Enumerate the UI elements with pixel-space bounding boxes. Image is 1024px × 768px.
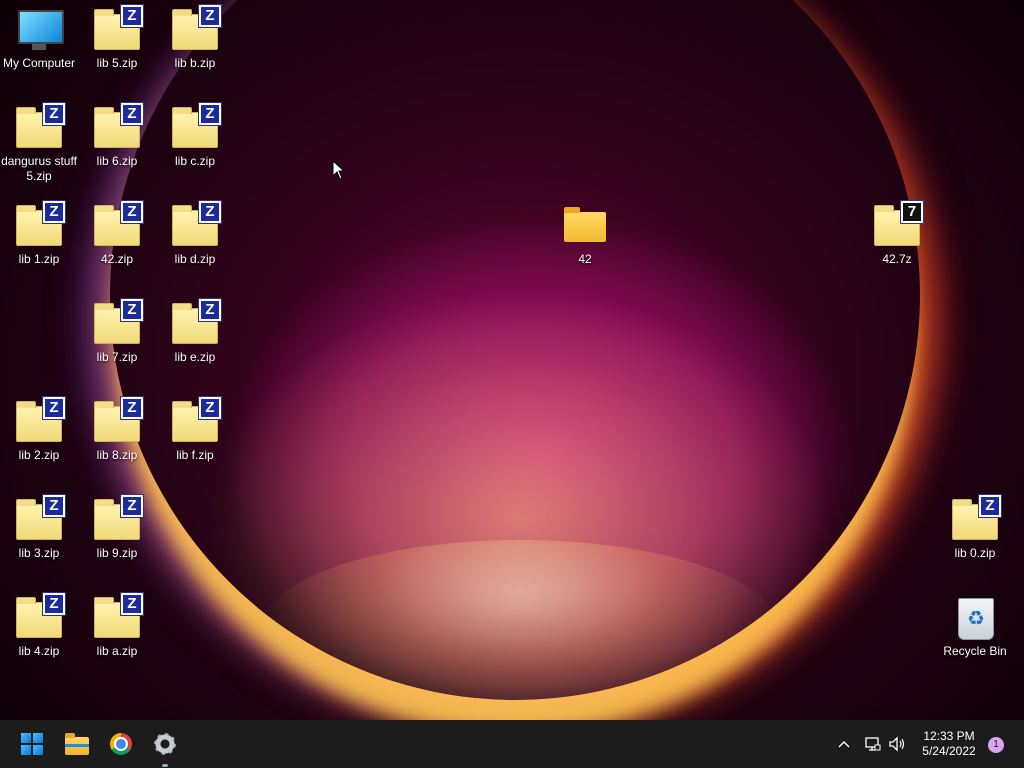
zip-icon: Z [92,102,144,150]
desktop-icon[interactable]: 7 42.7z [858,200,936,267]
desktop-icon-label: lib d.zip [174,252,216,266]
desktop-icon[interactable]: Zlib c.zip [156,102,234,169]
mouse-cursor-icon [332,160,346,180]
clock[interactable]: 12:33 PM 5/24/2022 [914,729,984,759]
zip-icon: Z [92,298,144,346]
folder-icon [560,202,610,248]
folder-icon [65,732,89,755]
start-button[interactable] [14,726,50,762]
zip-icon: Z [92,4,144,52]
chrome-icon [110,733,132,755]
zip-icon: Z [92,200,144,248]
clock-time: 12:33 PM [923,729,975,743]
desktop-icon-label: lib a.zip [96,644,138,658]
monitor-icon [14,6,64,52]
desktop-icon[interactable]: Zlib b.zip [156,4,234,71]
desktop-icon-label: lib 6.zip [96,154,138,168]
zip-icon: Z [92,396,144,444]
windows-logo-icon [21,733,43,755]
zip-icon: Z [170,200,222,248]
desktop[interactable]: My Computer Zlib 5.zip Zlib b.zip Zdangurus… [0,0,1024,720]
desktop-icon-label: lib 1.zip [18,252,60,266]
running-indicator [162,764,168,767]
recycle-bin-icon: ♻ [950,594,1000,640]
tray-overflow-button[interactable] [836,732,852,763]
wallpaper-glow [260,540,780,720]
desktop-icon-label: lib 8.zip [96,448,138,462]
desktop-icon[interactable]: Zlib 2.zip [0,396,78,463]
zip-icon: Z [170,298,222,346]
network-button[interactable] [863,732,883,763]
desktop-icon[interactable]: Zlib 6.zip [78,102,156,169]
desktop-icon[interactable]: Zdangurus stuff 5.zip [0,102,78,184]
taskbar: 12:33 PM 5/24/2022 1 [0,720,1024,768]
desktop-icon[interactable]: Zlib 7.zip [78,298,156,365]
desktop-icon[interactable]: Zlib f.zip [156,396,234,463]
desktop-icon[interactable]: Zlib a.zip [78,592,156,659]
gear-icon [154,733,176,755]
chrome-button[interactable] [103,726,139,762]
desktop-icon[interactable]: Zlib 8.zip [78,396,156,463]
desktop-icon-label: lib e.zip [174,350,216,364]
desktop-icon-label: 42 [578,252,592,266]
sevenzip-icon: 7 [872,200,924,248]
desktop-icon-label: lib 9.zip [96,546,138,560]
desktop-icon-label: lib 3.zip [18,546,60,560]
desktop-icon-label: My Computer [2,56,76,70]
zip-icon: Z [14,200,66,248]
chevron-up-icon [838,741,850,748]
desktop-icon-label: lib 5.zip [96,56,138,70]
settings-button[interactable] [147,726,183,767]
desktop-icon[interactable]: Zlib 4.zip [0,592,78,659]
notification-badge[interactable]: 1 [988,737,1004,753]
desktop-icon[interactable]: Zlib 0.zip [936,494,1014,561]
zip-icon: Z [14,396,66,444]
desktop-icon[interactable]: Zlib 5.zip [78,4,156,71]
network-icon [865,737,881,751]
zip-icon: Z [170,4,222,52]
volume-button[interactable] [888,732,908,763]
desktop-icon-label: lib 4.zip [18,644,60,658]
desktop-icon[interactable]: 42 [546,202,624,267]
zip-icon: Z [170,102,222,150]
desktop-icon-label: lib 0.zip [954,546,996,560]
desktop-icon[interactable]: Zlib d.zip [156,200,234,267]
zip-icon: Z [14,494,66,542]
desktop-icon-label: 42.7z [882,252,912,266]
file-explorer-button[interactable] [59,726,95,762]
desktop-icon[interactable]: Z 42.zip [78,200,156,267]
desktop-icon[interactable]: ♻ Recycle Bin [936,594,1014,659]
zip-icon: Z [170,396,222,444]
desktop-icon-label: 42.zip [100,252,134,266]
clock-date: 5/24/2022 [922,744,976,758]
desktop-icon-label: lib b.zip [174,56,216,70]
desktop-icon-label: lib 7.zip [96,350,138,364]
zip-icon: Z [14,592,66,640]
desktop-icon[interactable]: Zlib 1.zip [0,200,78,267]
desktop-icon[interactable]: Zlib 3.zip [0,494,78,561]
zip-icon: Z [92,494,144,542]
desktop-icon-label: Recycle Bin [943,644,1007,658]
zip-icon: Z [14,102,66,150]
desktop-icon[interactable]: Zlib e.zip [156,298,234,365]
desktop-icon-label: lib c.zip [174,154,215,168]
desktop-icon[interactable]: Zlib 9.zip [78,494,156,561]
desktop-icon-label: lib f.zip [176,448,214,462]
speaker-icon [889,736,905,752]
zip-icon: Z [92,592,144,640]
desktop-icon-label: lib 2.zip [18,448,60,462]
desktop-icon-label: dangurus stuff 5.zip [1,154,77,183]
desktop-icon[interactable]: My Computer [0,6,78,71]
zip-icon: Z [950,494,1002,542]
